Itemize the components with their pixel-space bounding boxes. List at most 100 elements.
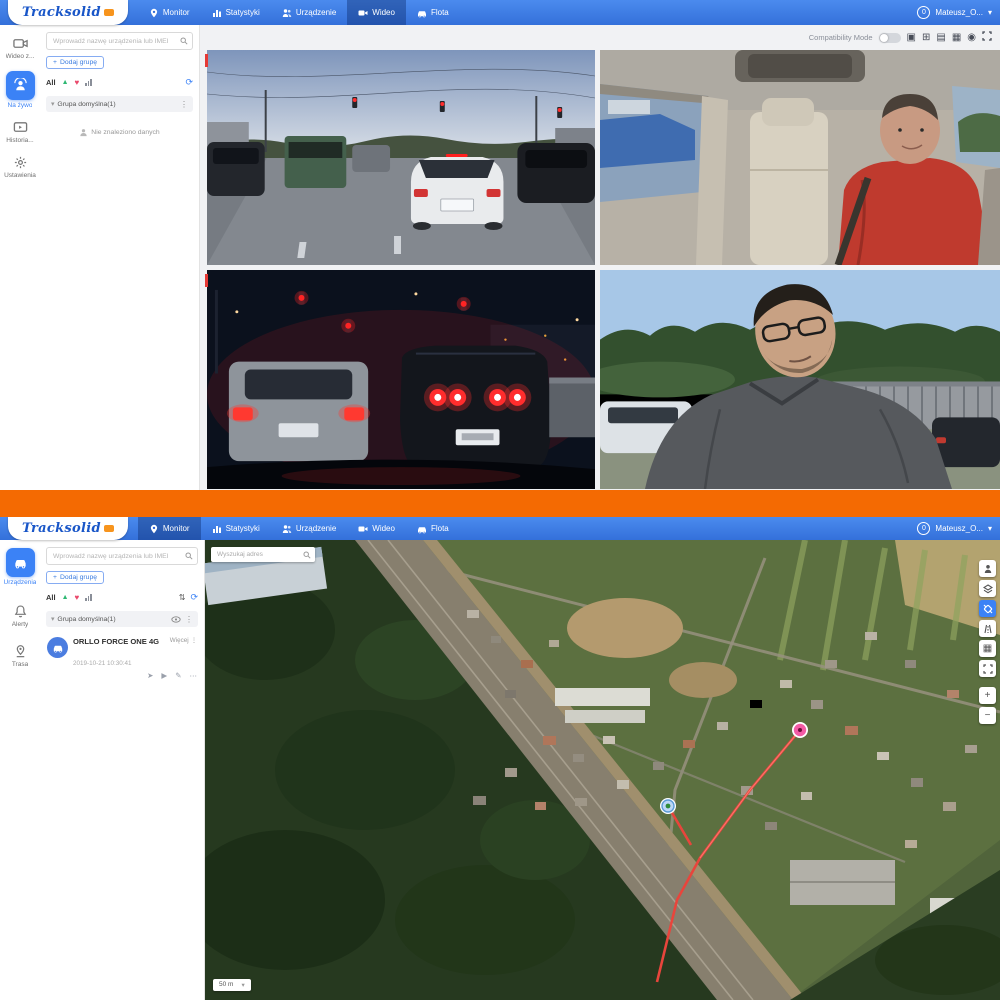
refresh-icon[interactable]: ⟳	[185, 77, 193, 88]
users-icon	[282, 524, 292, 534]
logo-badge-icon	[104, 9, 114, 16]
group-menu-icon[interactable]: ⋮	[185, 615, 193, 624]
route-icon	[13, 644, 28, 659]
caret-down-icon[interactable]: ▾	[988, 8, 992, 17]
add-group-button[interactable]: + Dodaj grupę	[46, 56, 104, 69]
more-actions-icon[interactable]: ⋯	[190, 671, 198, 680]
track-icon[interactable]: ➤	[147, 671, 153, 680]
user-menu[interactable]: Mateusz_O...	[935, 524, 983, 533]
rail-item-alerty[interactable]: Alerty	[0, 604, 40, 628]
orange-divider	[0, 490, 1000, 517]
sort-icon[interactable]: ⇅	[179, 593, 186, 602]
compatibility-toggle[interactable]	[879, 33, 901, 43]
rail-item-historia[interactable]: Historia...	[0, 120, 40, 144]
filter-all[interactable]: All	[46, 593, 56, 602]
video-icon	[358, 8, 368, 18]
gear-icon	[13, 155, 28, 170]
video-device-panel: + Dodaj grupę All ▲ ♥ ⟳ ▾ Grupa domyślna…	[40, 25, 200, 490]
fullscreen-icon[interactable]	[982, 31, 992, 44]
map-address-input[interactable]	[215, 550, 303, 559]
playback-icon[interactable]: ▶	[161, 671, 167, 680]
fleet-icon	[417, 524, 427, 534]
main-menu: Monitor Statystyki Urządzenie Wideo Flot…	[138, 0, 460, 25]
map-type-button[interactable]	[979, 580, 996, 597]
device-last-update: 2019-10-21 10:30:41	[73, 660, 197, 667]
support-icon[interactable]: 0	[917, 522, 930, 535]
video-toolbar: Compatibility Mode ▣ ⊞ ▤ ▦ ◉	[809, 31, 992, 44]
device-search	[46, 32, 193, 50]
favorite-filter-icon[interactable]: ♥	[75, 593, 80, 602]
video-feed-cabin[interactable]	[600, 50, 1000, 265]
search-icon[interactable]	[180, 37, 188, 45]
logo[interactable]: Tracksolid	[8, 0, 128, 25]
signal-filter-icon[interactable]	[85, 594, 92, 601]
video-feed-front-night[interactable]	[207, 270, 595, 489]
record-icon[interactable]: ◉	[967, 33, 976, 43]
support-icon[interactable]: 0	[917, 6, 930, 19]
view-grid9-icon[interactable]: ▦	[952, 33, 961, 43]
group-chevron-icon: ▾	[51, 615, 54, 623]
group-row[interactable]: ▾ Grupa domyślna(1) ⋮	[46, 611, 198, 627]
nav-item-urzadzenie[interactable]: Urządzenie	[271, 517, 347, 540]
view-grid4-icon[interactable]: ⊞	[922, 33, 930, 43]
plus-icon: +	[53, 59, 57, 66]
moving-filter-icon[interactable]: ▲	[62, 594, 69, 601]
nav-item-flota[interactable]: Flota	[406, 0, 460, 25]
poi-grid-button[interactable]: ▦	[979, 640, 996, 657]
favorite-filter-icon[interactable]: ♥	[75, 78, 80, 87]
nav-item-urzadzenie[interactable]: Urządzenie	[271, 0, 347, 25]
route-end-marker	[792, 722, 808, 738]
nav-item-statystyki[interactable]: Statystyki	[201, 517, 271, 540]
eye-icon[interactable]	[171, 616, 181, 623]
group-chevron-icon: ▾	[51, 100, 54, 108]
map-scale[interactable]: 50 m ▾	[213, 979, 251, 991]
filter-all[interactable]: All	[46, 78, 56, 87]
satellite-layer-button[interactable]	[979, 600, 996, 617]
view-custom-icon[interactable]: ▤	[936, 33, 945, 43]
nav-item-wideo[interactable]: Wideo	[347, 517, 406, 540]
video-feed-rear-outside[interactable]	[600, 270, 1000, 489]
no-data-icon	[79, 128, 88, 137]
add-group-button[interactable]: + Dodaj grupę	[46, 571, 104, 584]
moving-filter-icon[interactable]: ▲	[62, 79, 69, 86]
device-menu-icon[interactable]: ⋮	[191, 637, 197, 644]
nav-item-statystyki[interactable]: Statystyki	[201, 0, 271, 25]
zoom-in-button[interactable]: +	[979, 687, 996, 704]
map-fullscreen-button[interactable]	[979, 660, 996, 677]
history-icon	[13, 120, 28, 135]
group-menu-icon[interactable]: ⋮	[180, 100, 188, 109]
device-search-input[interactable]	[51, 37, 180, 46]
device-name: ORLLO FORCE ONE 4G	[73, 637, 159, 646]
navbar-right: 0 Mateusz_O... ▾	[917, 6, 1000, 19]
logo[interactable]: Tracksolid	[8, 517, 128, 540]
device-search	[46, 547, 198, 565]
compatibility-label: Compatibility Mode	[809, 33, 873, 42]
signal-filter-icon[interactable]	[85, 79, 92, 86]
user-menu[interactable]: Mateusz_O...	[935, 8, 983, 17]
map-canvas[interactable]: ▦ + − 50 m ▾	[205, 540, 1000, 1000]
rail-item-urzadzenia[interactable]: Urządzenia	[0, 548, 40, 586]
device-card[interactable]: ORLLO FORCE ONE 4G Więcej ⋮ 2019-10-21 1…	[46, 634, 198, 683]
device-search-input[interactable]	[51, 552, 185, 561]
streetview-button[interactable]	[979, 560, 996, 577]
rail-item-wideo-z[interactable]: Wideo z...	[0, 36, 40, 60]
device-more-link[interactable]: Więcej	[170, 637, 189, 644]
search-icon[interactable]	[303, 551, 311, 559]
view-single-icon[interactable]: ▣	[907, 33, 916, 43]
nav-item-flota[interactable]: Flota	[406, 517, 460, 540]
video-feed-front-day[interactable]	[207, 50, 595, 265]
empty-state: Nie znaleziono danych	[46, 128, 193, 137]
edit-icon[interactable]: ✎	[175, 671, 181, 680]
rail-item-ustawienia[interactable]: Ustawienia	[0, 155, 40, 179]
nav-item-monitor[interactable]: Monitor	[138, 517, 201, 540]
nav-item-wideo[interactable]: Wideo	[347, 0, 406, 25]
group-row[interactable]: ▾ Grupa domyślna(1) ⋮	[46, 96, 193, 112]
refresh-icon[interactable]: ⟳	[190, 592, 198, 603]
rail-item-na-zywo[interactable]: Na żywo	[0, 71, 40, 109]
traffic-layer-button[interactable]	[979, 620, 996, 637]
search-icon[interactable]	[185, 552, 193, 560]
zoom-out-button[interactable]: −	[979, 707, 996, 724]
caret-down-icon[interactable]: ▾	[988, 524, 992, 533]
rail-item-trasa[interactable]: Trasa	[0, 644, 40, 668]
nav-item-monitor[interactable]: Monitor	[138, 0, 201, 25]
